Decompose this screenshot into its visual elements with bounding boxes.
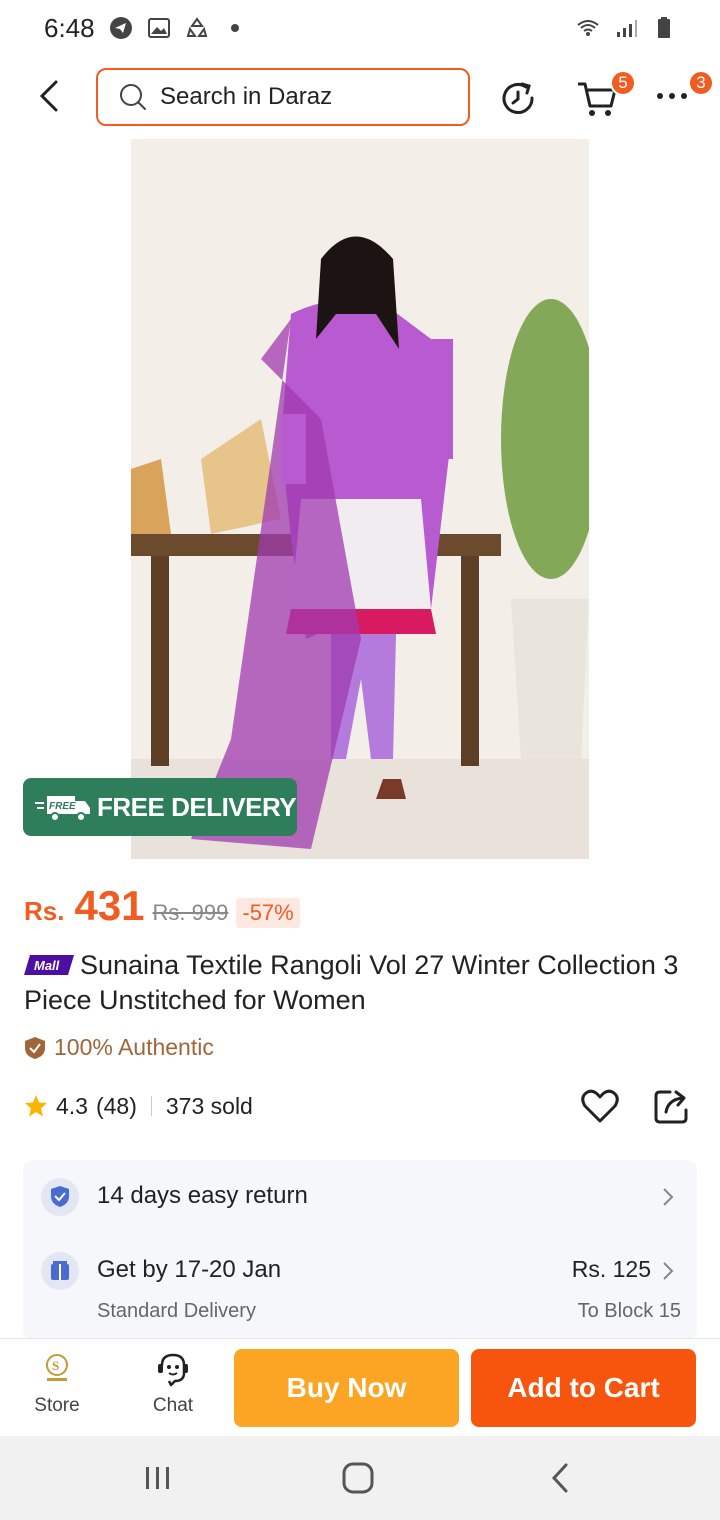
share-icon[interactable] xyxy=(652,1086,692,1126)
battery-icon xyxy=(658,17,670,38)
chat-button[interactable]: Chat xyxy=(134,1351,212,1427)
sync-icon xyxy=(186,17,207,37)
price-currency: Rs. xyxy=(24,896,65,926)
more-options-icon[interactable] xyxy=(655,86,689,106)
more-count-badge: 3 xyxy=(688,70,714,96)
delivery-fee: Rs. 125 xyxy=(571,1256,651,1282)
top-bar: Search in Daraz 5 3 xyxy=(0,62,720,132)
store-logo-icon: S xyxy=(46,1354,68,1381)
add-to-cart-button[interactable]: Add to Cart xyxy=(471,1349,696,1427)
wifi-icon xyxy=(577,20,599,36)
product-title: Mall Sunaina Textile Rangoli Vol 27 Wint… xyxy=(24,948,684,1018)
delivery-method: Standard Delivery xyxy=(97,1300,256,1322)
delivery-date: Get by 17-20 Jan xyxy=(97,1256,282,1283)
gallery-icon xyxy=(147,18,170,38)
original-price: Rs. 999 xyxy=(152,900,229,925)
store-label: Store xyxy=(34,1395,80,1416)
rating-row: 4.3 (48) 373 sold xyxy=(24,1088,696,1124)
discount-badge: -57% xyxy=(236,898,300,928)
search-placeholder: Search in Daraz xyxy=(160,83,333,110)
price-row: Rs. 431 Rs. 999 -57% xyxy=(24,882,300,932)
delivery-destination: To Block 15 xyxy=(577,1300,681,1322)
cart-count-badge: 5 xyxy=(610,70,636,96)
free-tag: FREE xyxy=(49,801,76,812)
mall-badge-icon: Mall xyxy=(24,954,74,975)
sold-count: 373 sold xyxy=(165,1092,253,1119)
return-text: 14 days easy return xyxy=(97,1182,308,1209)
svg-text:S: S xyxy=(52,1358,59,1373)
return-shield-icon xyxy=(41,1178,79,1216)
product-image[interactable] xyxy=(131,139,589,859)
chevron-right-icon xyxy=(663,1188,674,1206)
chat-label: Chat xyxy=(152,1395,194,1416)
mall-badge-text: Mall xyxy=(34,958,60,973)
system-nav-bar xyxy=(0,1436,720,1520)
product-title-text: Sunaina Textile Rangoli Vol 27 Winter Co… xyxy=(24,950,679,1015)
authentic-badge: 100% Authentic xyxy=(24,1034,214,1061)
divider xyxy=(150,1096,152,1116)
rating-value[interactable]: 4.3 xyxy=(56,1093,88,1120)
delivery-truck-icon: FREE xyxy=(35,796,90,822)
home-icon[interactable] xyxy=(340,1460,376,1496)
signal-icon xyxy=(617,20,637,37)
status-bar: 6:48 xyxy=(0,0,720,56)
free-delivery-label: FREE DELIVERY xyxy=(97,791,297,822)
package-icon xyxy=(41,1252,79,1290)
status-time: 6:48 xyxy=(44,12,95,43)
delivery-info-card: 14 days easy return Get by 17-20 Jan Sta… xyxy=(23,1160,697,1340)
delivery-estimate-row[interactable]: Get by 17-20 Jan Standard Delivery Rs. 1… xyxy=(23,1250,697,1330)
return-policy-row[interactable]: 14 days easy return xyxy=(23,1176,697,1216)
shield-check-icon xyxy=(25,1036,45,1059)
back-arrow-icon[interactable] xyxy=(30,76,70,116)
store-button[interactable]: S Store xyxy=(18,1351,96,1427)
status-icons-right xyxy=(576,16,676,40)
back-nav-icon[interactable] xyxy=(548,1462,572,1494)
history-icon[interactable] xyxy=(498,78,538,118)
action-bar: S Store Chat Buy Now Add to Cart xyxy=(0,1338,720,1436)
authentic-text: 100% Authentic xyxy=(54,1034,214,1060)
telegram-icon xyxy=(109,17,132,39)
buy-now-button[interactable]: Buy Now xyxy=(234,1349,459,1427)
star-icon xyxy=(25,1095,47,1117)
chat-icon xyxy=(158,1353,188,1387)
chevron-right-icon xyxy=(663,1262,674,1280)
search-input[interactable]: Search in Daraz xyxy=(96,68,470,126)
recents-icon[interactable] xyxy=(142,1464,174,1492)
dot-icon xyxy=(230,24,239,32)
price-value: 431 xyxy=(74,882,145,929)
heart-icon[interactable] xyxy=(580,1086,620,1126)
status-icons-left xyxy=(109,16,247,40)
search-icon xyxy=(120,84,146,110)
product-photo xyxy=(131,139,589,859)
rating-count[interactable]: (48) xyxy=(96,1093,137,1120)
free-delivery-badge: FREE FREE DELIVERY xyxy=(23,778,297,836)
